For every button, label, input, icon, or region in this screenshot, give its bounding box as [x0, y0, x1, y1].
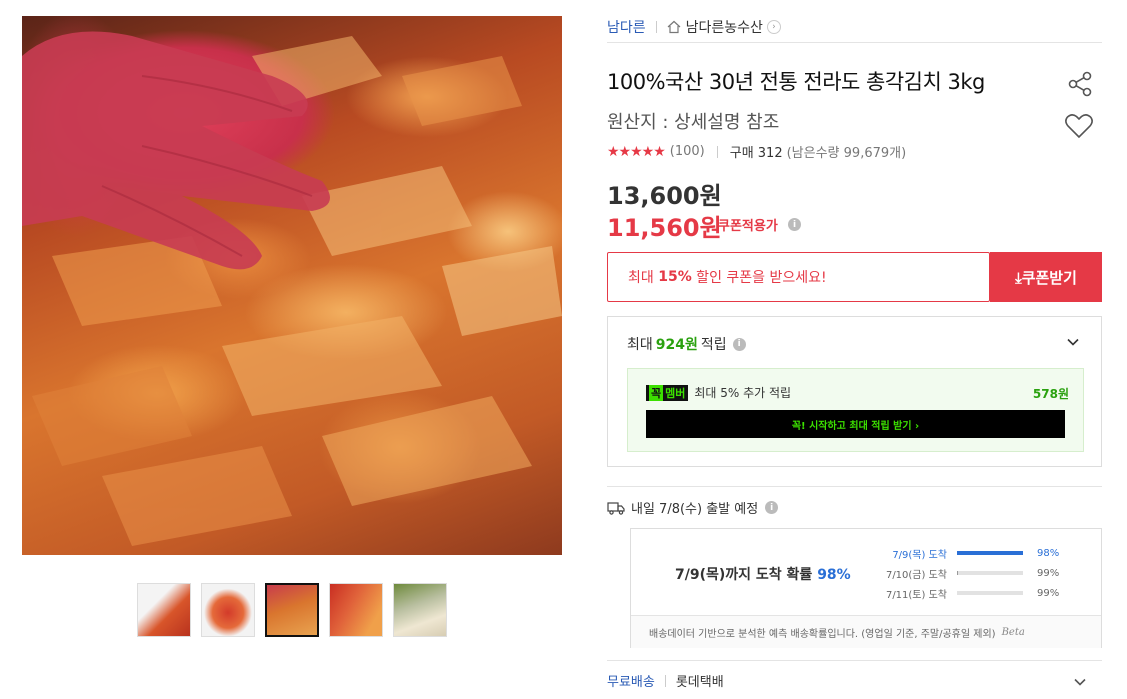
coupon-text-suffix: 할인 쿠폰을 받으세요!: [691, 270, 827, 286]
member-badge-b: 멤버: [665, 386, 686, 400]
probability-percent: 98%: [1037, 547, 1060, 559]
brand-link[interactable]: 남다른: [607, 17, 646, 37]
probability-label: 7/11(토) 도착: [885, 589, 947, 601]
kimchi-photo-overlay: [22, 31, 562, 546]
points-header[interactable]: 최대 924원 적립 i: [627, 334, 746, 354]
coupon-percent: 15%: [658, 269, 692, 285]
divider: [655, 21, 657, 33]
original-price: 13,600원: [607, 182, 722, 210]
coupon-download-button[interactable]: ⤓쿠폰받기: [990, 252, 1102, 302]
points-amount: 924원: [655, 337, 698, 353]
remaining-stock: (남은수량 99,679개): [786, 146, 907, 161]
rating-stars: ★★★★★: [607, 143, 666, 160]
member-badge-a: 꼭: [649, 384, 664, 401]
member-points-amount: 578원: [1032, 387, 1069, 401]
heart-icon[interactable]: [1064, 112, 1094, 140]
coupon-banner[interactable]: 최대 15% 할인 쿠폰을 받으세요!: [607, 252, 990, 302]
thumbnail-2[interactable]: [201, 583, 255, 637]
points-panel: 최대 924원 적립 i 꼭 멤버 최대 5% 추가 적립 578원 꼭! 시작…: [607, 316, 1102, 467]
truck-icon: [607, 501, 625, 515]
probability-fill: [957, 551, 1023, 555]
product-title: 100%국산 30년 전통 전라도 총각김치 3kg: [607, 70, 985, 94]
coupon-text-prefix: 최대: [628, 270, 659, 286]
divider: [664, 674, 666, 687]
sale-price: 11,560원: [607, 214, 722, 242]
main-product-image: [22, 16, 562, 555]
purchase-count: 구매 312: [729, 146, 783, 161]
product-origin: 원산지 : 상세설명 참조: [607, 112, 780, 133]
free-shipping-label: 무료배송: [607, 675, 655, 690]
store-arrow-icon[interactable]: ›: [766, 20, 781, 34]
share-icon[interactable]: [1066, 70, 1094, 98]
thumbnail-5[interactable]: [393, 583, 447, 637]
delivery-footnote: 배송데이터 기반으로 분석한 예측 배송확률입니다. (영업일 기준, 주말/공…: [631, 615, 1101, 648]
points-prefix: 최대: [627, 337, 653, 353]
member-text: 최대 5% 추가 적립: [694, 386, 792, 400]
brand-row: 남다른 남다른농수산 ›: [607, 12, 1102, 43]
probability-list: 7/9(목) 도착 98% 7/10(금) 도착 99% 7/11(토) 도착 …: [877, 543, 1067, 603]
probability-bar: [957, 571, 1023, 575]
thumbnail-1[interactable]: [137, 583, 191, 637]
points-suffix: 적립: [700, 337, 727, 353]
rating-row: ★★★★★ (100) 구매 312 (남은수량 99,679개): [607, 142, 907, 162]
probability-label: 7/10(금) 도착: [885, 569, 947, 581]
store-link[interactable]: 남다른농수산: [686, 17, 763, 37]
member-badge: 꼭 멤버: [646, 384, 689, 401]
review-count-link[interactable]: (100): [670, 144, 705, 159]
home-icon: [667, 20, 681, 34]
thumbnail-3-selected[interactable]: [265, 583, 319, 637]
arrival-main-text: 7/9(목)까지 도착 확률: [675, 567, 813, 583]
probability-row: 7/9(목) 도착 98%: [877, 543, 1067, 563]
divider: [716, 145, 718, 158]
member-points-box: 꼭 멤버 최대 5% 추가 적립 578원 꼭! 시작하고 최대 적립 받기 ›: [627, 368, 1084, 452]
departure-text: 내일 7/8(수) 출발 예정: [631, 502, 759, 517]
info-icon[interactable]: i: [788, 218, 801, 231]
divider: [607, 486, 1102, 487]
info-icon[interactable]: i: [765, 501, 779, 514]
arrival-summary: 7/9(목)까지 도착 확률 98%: [675, 564, 851, 584]
coupon-price-label: 쿠폰적용가: [718, 219, 778, 234]
arrival-percent: 98%: [817, 567, 851, 583]
member-start-button[interactable]: 꼭! 시작하고 최대 적립 받기 ›: [646, 410, 1065, 438]
footnote-text: 배송데이터 기반으로 분석한 예측 배송확률입니다. (영업일 기준, 주말/공…: [649, 628, 996, 640]
carrier-name: 롯데택배: [675, 675, 724, 690]
beta-label: Beta: [1001, 626, 1025, 638]
chevron-down-icon[interactable]: [1073, 675, 1087, 689]
thumbnail-strip: [137, 583, 447, 637]
probability-bar: [957, 551, 1023, 555]
probability-label: 7/9(목) 도착: [892, 549, 947, 561]
probability-percent: 99%: [1037, 587, 1060, 599]
thumbnail-4[interactable]: [329, 583, 383, 637]
probability-percent: 99%: [1037, 567, 1060, 579]
probability-row: 7/10(금) 도착 99%: [877, 563, 1067, 583]
free-shipping-row: 무료배송 롯데택배: [607, 671, 724, 690]
probability-fill: [957, 571, 959, 575]
probability-bar: [957, 591, 1023, 595]
info-icon[interactable]: i: [732, 337, 746, 351]
divider: [607, 660, 1102, 661]
delivery-probability-box: 7/9(목)까지 도착 확률 98% 7/9(목) 도착 98% 7/10(금)…: [630, 528, 1102, 648]
chevron-down-icon[interactable]: [1066, 335, 1080, 349]
shipping-row: 내일 7/8(수) 출발 예정 i: [607, 498, 779, 517]
member-row: 꼭 멤버 최대 5% 추가 적립: [646, 384, 791, 401]
probability-row: 7/11(토) 도착 99%: [877, 583, 1067, 603]
